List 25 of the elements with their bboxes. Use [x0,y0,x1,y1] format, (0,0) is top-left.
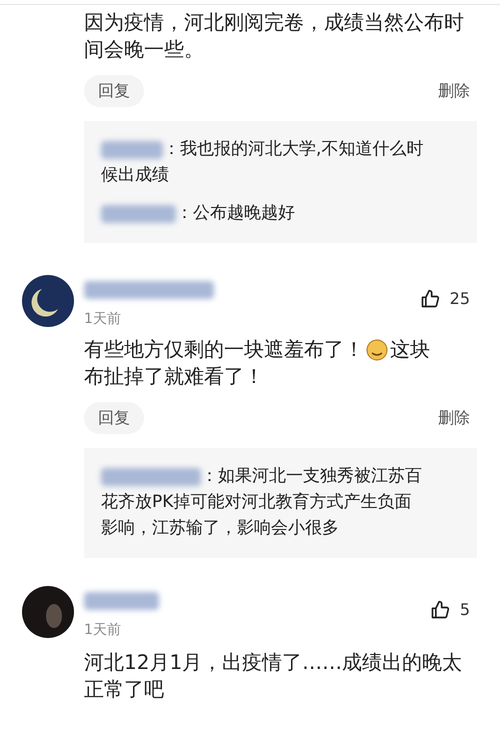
emoji-icon [366,338,388,360]
delete-button[interactable]: 删除 [438,79,470,103]
reply-button[interactable]: 回复 [84,402,144,434]
blurred-name [101,141,163,159]
comment-time: 1天前 [84,621,122,640]
reply-text: 花齐放PK掉可能对河北教育方式产生负面 [101,491,412,514]
delete-button[interactable]: 删除 [438,406,470,430]
avatar[interactable] [22,275,74,327]
thumbs-up-icon[interactable] [420,289,440,309]
avatar[interactable] [22,586,74,638]
thumbs-up-icon[interactable] [430,600,450,620]
comment-text: 因为疫情，河北刚阅完卷，成绩当然公布时间会晚一些。 [83,9,465,63]
reply-text: 影响，江苏输了，影响会小很多 [101,517,339,540]
comment-text: 布扯掉了就难看了！ [84,363,264,390]
comment-text: 有些地方仅剩的一块遮羞布了！ [84,336,364,363]
like-count: 25 [450,288,470,310]
reply-text: ：我也报的河北大学,不知道什么时 [163,138,424,162]
comment-time: 1天前 [84,310,122,329]
like-count: 5 [460,599,470,621]
reply-text: 候出成绩 [101,164,169,188]
comment-text: 河北12月1月，出疫情了……成绩出的晚太正常了吧 [83,649,464,703]
reply-text: ：公布越晚越好 [176,202,295,226]
reply-button[interactable]: 回复 [84,75,144,107]
reply-text: ：如果河北一支独秀被江苏百 [201,465,422,488]
comment-text: 这块 [390,336,430,363]
